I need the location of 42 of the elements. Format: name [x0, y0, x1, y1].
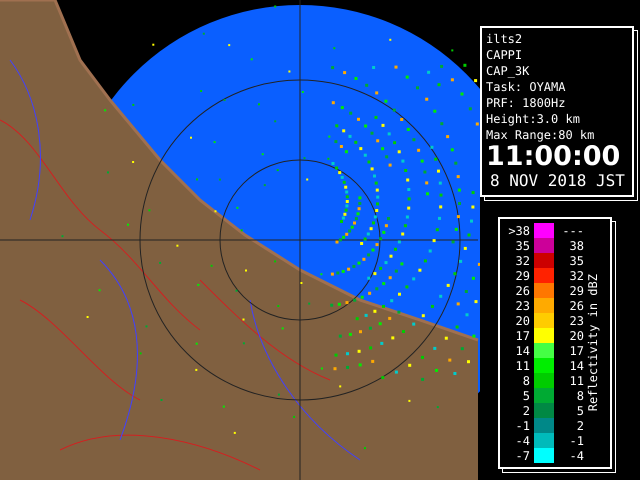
legend-value: 35	[514, 238, 530, 252]
legend-value: 38	[568, 238, 584, 252]
info-text: CAPPI	[486, 47, 524, 63]
legend-value: 8	[522, 374, 530, 388]
legend-value: 17	[568, 344, 584, 358]
legend-value: 20	[514, 314, 530, 328]
legend-title: Reflectivity in dBZ	[586, 274, 600, 412]
info-text: PRF: 1800Hz	[486, 95, 566, 111]
legend-value: -4	[568, 448, 584, 462]
info-text: ilts2	[486, 31, 524, 47]
legend-value: 2	[576, 418, 584, 432]
legend-value: 2	[522, 404, 530, 418]
legend-value: 5	[576, 404, 584, 418]
legend-value: 23	[568, 314, 584, 328]
info-text: Max Range:80 km	[486, 127, 596, 143]
legend-value: 29	[568, 284, 584, 298]
info-text: Height:3.0 km	[486, 111, 581, 127]
legend-value: 35	[568, 254, 584, 268]
legend-value: -4	[514, 434, 530, 448]
legend-value: 26	[568, 298, 584, 312]
legend-value: 11	[568, 374, 584, 388]
legend-value: 32	[568, 268, 584, 282]
info-text: CAP_3K	[486, 63, 530, 79]
legend-value: 14	[514, 344, 530, 358]
legend-value: ---	[561, 224, 584, 238]
legend-value: 23	[514, 298, 530, 312]
info-text: Task: OYAMA	[486, 79, 566, 95]
legend-value: 11	[514, 358, 530, 372]
date-text: 8 NOV 2018 JST	[489, 171, 626, 191]
legend-value: -1	[568, 434, 584, 448]
time-text: 11:00:00	[486, 143, 622, 171]
legend-value: 17	[514, 328, 530, 342]
legend-value: 14	[568, 358, 584, 372]
legend-value: -7	[514, 448, 530, 462]
legend-value: 5	[522, 388, 530, 402]
legend-value: 29	[514, 268, 530, 282]
legend-value: 20	[568, 328, 584, 342]
legend-value: -1	[514, 418, 530, 432]
legend-value: 8	[576, 388, 584, 402]
legend-value: >38	[507, 224, 530, 238]
legend-value: 26	[514, 284, 530, 298]
legend-value: 32	[514, 254, 530, 268]
